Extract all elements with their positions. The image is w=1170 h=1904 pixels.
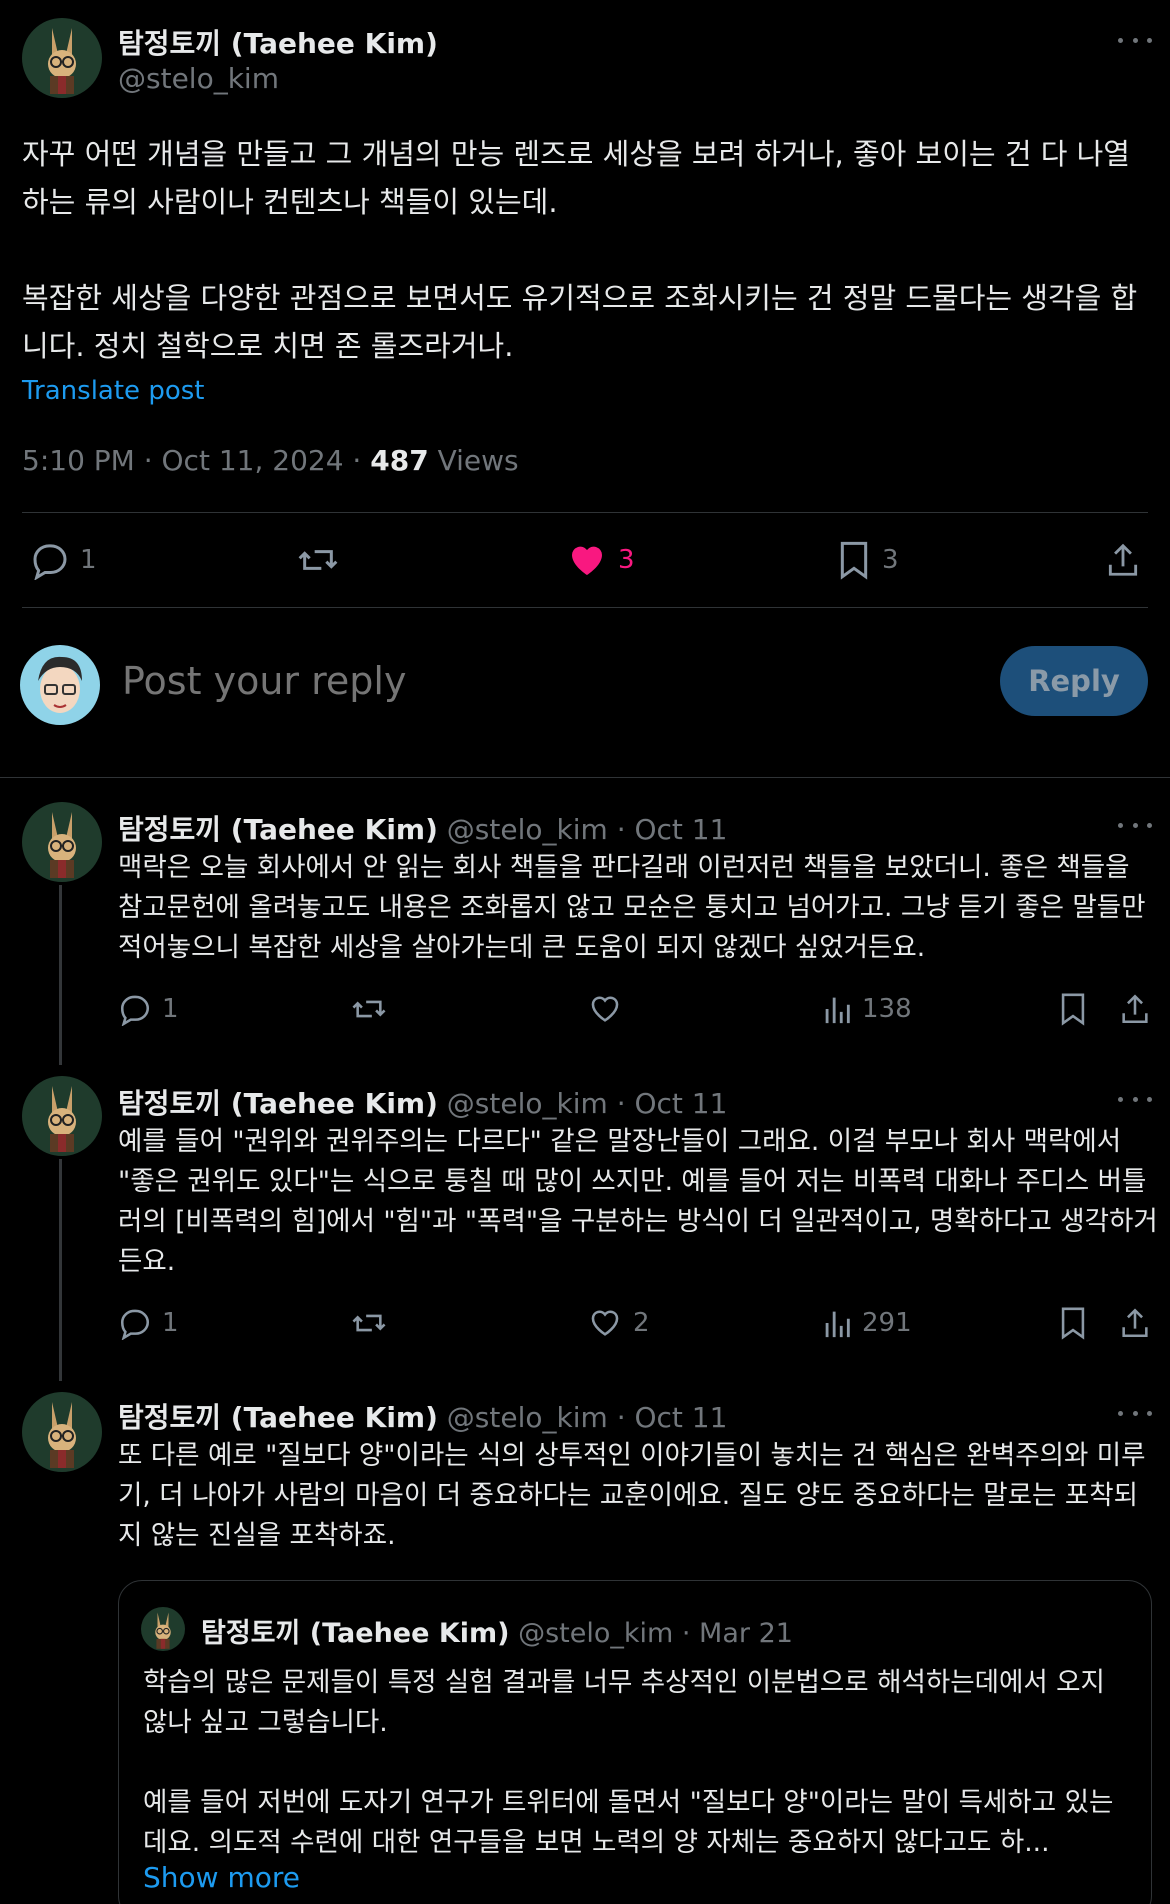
like-action[interactable]: 2 xyxy=(587,1306,650,1340)
author-name[interactable]: 탐정토끼 (Taehee Kim) xyxy=(118,1087,438,1120)
reply-text: 맥락은 오늘 회사에서 안 읽는 회사 책들을 판다길래 이런저런 책들을 보았… xyxy=(118,852,1146,963)
post-paragraph: 자꾸 어떤 개념을 만들고 그 개념의 만능 렌즈로 세상을 보려 하거나, 좋… xyxy=(22,137,1130,219)
reply-count: 1 xyxy=(162,994,179,1024)
rabbit-detective-avatar-icon xyxy=(22,802,102,882)
show-more-link[interactable]: Show more xyxy=(143,1861,300,1894)
divider xyxy=(0,777,1170,778)
reply-action[interactable]: 1 xyxy=(30,540,97,580)
my-avatar[interactable] xyxy=(20,645,100,725)
reply-icon xyxy=(120,995,150,1026)
rabbit-detective-avatar-icon xyxy=(141,1607,185,1651)
author-avatar[interactable] xyxy=(22,1076,102,1156)
like-action[interactable] xyxy=(587,992,633,1026)
repost-action[interactable] xyxy=(350,1306,388,1340)
author-name[interactable]: 탐정토끼 (Taehee Kim) xyxy=(118,1401,438,1434)
quoted-author-avatar xyxy=(141,1607,185,1651)
thread-connector xyxy=(59,885,62,1065)
divider xyxy=(22,607,1148,608)
reply-header: 탐정토끼 (Taehee Kim) @stelo_kim · Oct 11 xyxy=(118,1082,727,1122)
quoted-date: · Mar 21 xyxy=(681,1618,793,1649)
reply-text: 또 다른 예로 "질보다 양"이라는 식의 상투적인 이야기들이 놓치는 건 핵… xyxy=(118,1440,1146,1551)
quoted-header: 탐정토끼 (Taehee Kim) @stelo_kim · Mar 21 xyxy=(201,1611,793,1650)
reply-icon xyxy=(33,544,67,580)
bookmark-icon xyxy=(840,541,868,580)
like-count: 2 xyxy=(633,1308,650,1338)
views-label: Views xyxy=(428,444,519,477)
post-meta: 5:10 PM · Oct 11, 2024 · 487 Views xyxy=(22,444,519,477)
reply-header: 탐정토끼 (Taehee Kim) @stelo_kim · Oct 11 xyxy=(118,1396,727,1436)
author-avatar[interactable] xyxy=(22,18,102,98)
more-options-icon[interactable] xyxy=(1118,1403,1152,1423)
like-action[interactable]: 3 xyxy=(566,540,635,580)
author-name[interactable]: 탐정토끼 (Taehee Kim) xyxy=(118,813,438,846)
thread-connector xyxy=(59,1159,62,1381)
rabbit-detective-avatar-icon xyxy=(22,1076,102,1156)
translate-post-link[interactable]: Translate post xyxy=(22,376,204,406)
views-count: 138 xyxy=(862,994,912,1024)
share-action[interactable] xyxy=(1104,540,1142,580)
reply-date[interactable]: · Oct 11 xyxy=(617,1401,728,1434)
more-options-icon[interactable] xyxy=(1118,815,1152,835)
views-chart-icon xyxy=(825,997,850,1024)
divider xyxy=(22,512,1148,513)
bookmark-action[interactable] xyxy=(1058,1306,1088,1340)
reply-text: 예를 들어 "권위와 권위주의는 다르다" 같은 말장난들이 그래요. 이걸 부… xyxy=(118,1126,1158,1277)
share-icon xyxy=(1122,994,1148,1024)
reply-icon xyxy=(120,1309,150,1340)
heart-filled-icon xyxy=(572,546,602,575)
heart-outline-icon xyxy=(591,1310,619,1336)
share-action[interactable] xyxy=(1118,992,1152,1026)
quoted-post[interactable]: 탐정토끼 (Taehee Kim) @stelo_kim · Mar 21 학습… xyxy=(118,1580,1152,1904)
rabbit-detective-avatar-icon xyxy=(22,1392,102,1472)
repost-icon xyxy=(352,1314,386,1332)
repost-icon xyxy=(352,1000,386,1018)
author-handle[interactable]: @stelo_kim xyxy=(447,813,608,846)
post-body: 자꾸 어떤 개념을 만들고 그 개념의 만능 렌즈로 세상을 보려 하거나, 좋… xyxy=(22,130,1152,370)
views-action[interactable]: 291 xyxy=(822,1306,912,1340)
reply-action[interactable]: 1 xyxy=(118,992,179,1026)
share-icon xyxy=(1122,1308,1148,1338)
reply-button[interactable]: Reply xyxy=(1000,646,1148,716)
post-paragraph: 복잡한 세상을 다양한 관점으로 보면서도 유기적으로 조화시키는 건 정말 드… xyxy=(22,281,1138,363)
reply-count: 1 xyxy=(162,1308,179,1338)
post-timestamp[interactable]: 5:10 PM · Oct 11, 2024 · xyxy=(22,444,370,477)
reply-header: 탐정토끼 (Taehee Kim) @stelo_kim · Oct 11 xyxy=(118,808,727,848)
repost-icon xyxy=(298,550,338,570)
reply-action[interactable]: 1 xyxy=(118,1306,179,1340)
views-action[interactable]: 138 xyxy=(822,992,912,1026)
author-handle[interactable]: @stelo_kim xyxy=(447,1401,608,1434)
quoted-text: 학습의 많은 문제들이 특정 실험 결과를 너무 추상적인 이분법으로 해석하는… xyxy=(143,1667,1114,1858)
rabbit-detective-avatar-icon xyxy=(22,18,102,98)
views-count: 487 xyxy=(370,444,429,477)
heart-outline-icon xyxy=(591,996,619,1022)
user-avatar-icon xyxy=(20,645,100,725)
repost-action[interactable] xyxy=(350,992,388,1026)
bookmark-count: 3 xyxy=(882,545,899,575)
more-options-icon[interactable] xyxy=(1118,30,1152,50)
reply-count: 1 xyxy=(80,545,97,575)
repost-action[interactable] xyxy=(296,540,340,580)
bookmark-action[interactable]: 3 xyxy=(836,540,899,580)
author-handle[interactable]: @stelo_kim xyxy=(447,1087,608,1120)
reply-input[interactable] xyxy=(122,656,982,706)
bookmark-icon xyxy=(1061,993,1085,1026)
author-name[interactable]: 탐정토끼 (Taehee Kim) xyxy=(118,22,438,62)
bookmark-icon xyxy=(1061,1307,1085,1340)
quoted-author-handle: @stelo_kim xyxy=(518,1618,674,1649)
quoted-author-name: 탐정토끼 (Taehee Kim) xyxy=(201,1618,510,1649)
like-count: 3 xyxy=(618,545,635,575)
author-handle[interactable]: @stelo_kim xyxy=(118,62,279,95)
views-chart-icon xyxy=(825,1311,850,1338)
author-avatar[interactable] xyxy=(22,1392,102,1472)
share-icon xyxy=(1108,543,1138,576)
share-action[interactable] xyxy=(1118,1306,1152,1340)
more-options-icon[interactable] xyxy=(1118,1089,1152,1109)
reply-date[interactable]: · Oct 11 xyxy=(617,813,728,846)
reply-date[interactable]: · Oct 11 xyxy=(617,1087,728,1120)
bookmark-action[interactable] xyxy=(1058,992,1088,1026)
views-count: 291 xyxy=(862,1308,912,1338)
author-avatar[interactable] xyxy=(22,802,102,882)
